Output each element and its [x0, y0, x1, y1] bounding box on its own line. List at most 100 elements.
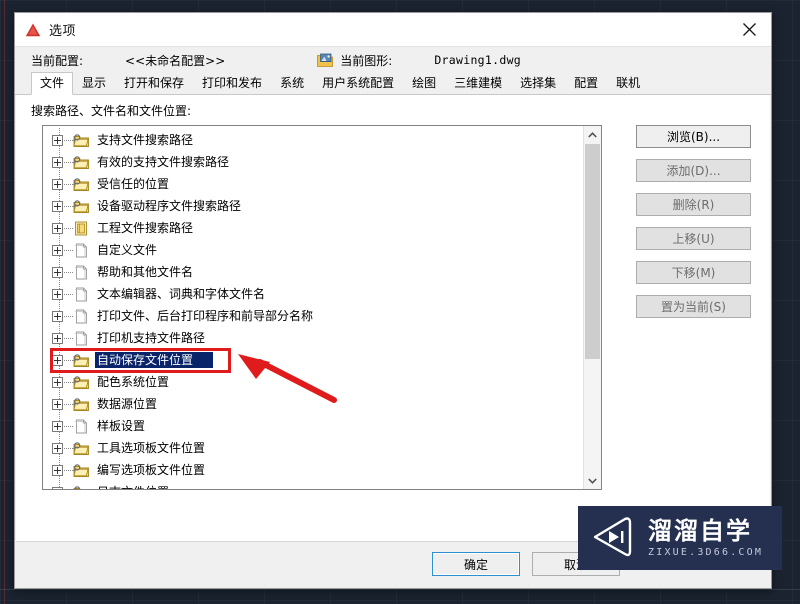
tree-vertical-scrollbar[interactable]	[583, 126, 601, 489]
tree-action-buttons: 浏览(B)... 添加(D)... 删除(R) 上移(U) 下移(M) 置为当前(S)	[636, 125, 751, 329]
file-icon	[73, 287, 90, 302]
tab-1[interactable]: 显示	[73, 72, 115, 94]
scroll-down-icon[interactable]	[584, 472, 601, 489]
watermark-text: 溜溜自学 ZIXUE.3D66.COM	[648, 518, 763, 559]
dialog-body: 搜索路径、文件名和文件位置: 支持文件搜索路径 有效的支持文件搜索路径 受信任的位置…	[16, 95, 770, 542]
tree-expand-icon[interactable]	[52, 134, 63, 146]
tree-item-label: 支持文件搜索路径	[97, 133, 194, 147]
tree-expand-icon[interactable]	[52, 332, 63, 344]
tree-item[interactable]: 有效的支持文件搜索路径	[43, 150, 584, 173]
tab-10[interactable]: 联机	[607, 72, 649, 94]
tree-expand-icon[interactable]	[52, 398, 63, 410]
tree-item[interactable]: 数据源位置	[43, 392, 584, 415]
folder-search-icon	[73, 485, 90, 489]
tree-item-label: 有效的支持文件搜索路径	[97, 155, 230, 169]
tree-item[interactable]: 打印机支持文件路径	[43, 326, 584, 349]
tree-item-label: 自定义文件	[97, 243, 158, 257]
tree-item[interactable]: 配色系统位置	[43, 370, 584, 393]
tab-strip: 文件 显示 打开和保存 打印和发布 系统 用户系统配置 绘图 三维建模 选择集 配置 联机	[15, 72, 771, 95]
current-drawing-label: 当前图形:	[340, 53, 393, 68]
file-paths-tree[interactable]: 支持文件搜索路径有效的支持文件搜索路径受信任的位置设备驱动程序文件搜索路径工程文…	[42, 125, 602, 490]
tab-2[interactable]: 打开和保存	[115, 72, 193, 94]
tree-expand-icon[interactable]	[52, 156, 63, 168]
tree-expand-icon[interactable]	[52, 178, 63, 190]
backdrop-horizontal-line	[0, 589, 800, 590]
folder-search-icon	[73, 199, 90, 214]
tab-8[interactable]: 选择集	[511, 72, 565, 94]
tab-9[interactable]: 配置	[565, 72, 607, 94]
folder-search-icon	[73, 177, 90, 192]
tree-expand-icon[interactable]	[52, 222, 63, 234]
tree-item[interactable]: 自定义文件	[43, 238, 584, 261]
tab-5[interactable]: 用户系统配置	[313, 72, 403, 94]
tab-7[interactable]: 三维建模	[445, 72, 511, 94]
file-icon	[73, 265, 90, 280]
file-icon	[73, 419, 90, 434]
tree-item[interactable]: 文本编辑器、词典和字体文件名	[43, 282, 584, 305]
tree-expand-icon[interactable]	[52, 376, 63, 388]
tree-item-label: 设备驱动程序文件搜索路径	[97, 199, 242, 213]
current-drawing-value: Drawing1.dwg	[434, 53, 522, 67]
tree-item[interactable]: 日志文件位置	[43, 480, 584, 489]
tree-item[interactable]: 设备驱动程序文件搜索路径	[43, 194, 584, 217]
tree-expand-icon[interactable]	[52, 310, 63, 322]
tree-connector-dash	[64, 293, 73, 295]
side-button-4: 下移(M)	[636, 261, 751, 284]
tab-3[interactable]: 打印和发布	[193, 72, 271, 94]
side-button-3: 上移(U)	[636, 227, 751, 250]
tree-item-label: 打印机支持文件路径	[97, 331, 206, 345]
tree-item-label: 打印文件、后台打印程序和前导部分名称	[97, 309, 314, 323]
tree-item[interactable]: 工具选项板文件位置	[43, 436, 584, 459]
autocad-a-icon	[24, 21, 42, 39]
tree-connector-dash	[64, 403, 73, 405]
tab-4[interactable]: 系统	[271, 72, 313, 94]
tab-0[interactable]: 文件	[31, 72, 74, 95]
file-icon	[73, 331, 90, 346]
dialog-header-row: 当前配置: <<未命名配置>> 当前图形: Drawing1.dwg	[15, 47, 771, 73]
tree-item[interactable]: 工程文件搜索路径	[43, 216, 584, 239]
folder-search-icon	[73, 353, 90, 368]
current-drawing-group: 当前图形: Drawing1.dwg	[317, 52, 521, 69]
tree-expand-icon[interactable]	[52, 464, 63, 476]
scroll-up-icon[interactable]	[584, 126, 601, 143]
folder-search-icon	[73, 155, 90, 170]
tree-item-label: 样板设置	[97, 419, 146, 433]
folder-search-icon	[73, 375, 90, 390]
tree-item[interactable]: 打印文件、后台打印程序和前导部分名称	[43, 304, 584, 327]
tree-connector-dash	[64, 161, 73, 163]
tree-item[interactable]: 受信任的位置	[43, 172, 584, 195]
tree-expand-icon[interactable]	[52, 420, 63, 432]
dialog-titlebar: 选项	[15, 13, 771, 47]
tree-expand-icon[interactable]	[52, 442, 63, 454]
tree-item-label: 帮助和其他文件名	[97, 265, 194, 279]
backdrop-vertical-line	[4, 0, 5, 604]
options-dialog: 选项 当前配置: <<未命名配置>> 当前图形: Drawing1.dwg 文件…	[14, 12, 772, 589]
tree-item-label: 自动保存文件位置	[95, 352, 214, 368]
tree-item[interactable]: 编写选项板文件位置	[43, 458, 584, 481]
tree-item-label: 日志文件位置	[95, 484, 171, 489]
tree-connector-dash	[64, 183, 73, 185]
tree-expand-icon[interactable]	[52, 244, 63, 256]
file-paths-tree-list: 支持文件搜索路径有效的支持文件搜索路径受信任的位置设备驱动程序文件搜索路径工程文…	[43, 126, 584, 489]
tree-item-selected[interactable]: 自动保存文件位置	[43, 348, 584, 371]
tree-expand-icon[interactable]	[52, 266, 63, 278]
scrollbar-thumb[interactable]	[585, 144, 600, 359]
tree-expand-icon[interactable]	[52, 288, 63, 300]
ok-button[interactable]: 确定	[432, 552, 520, 576]
tree-item[interactable]: 帮助和其他文件名	[43, 260, 584, 283]
folder-search-icon	[73, 133, 90, 148]
tree-expand-icon[interactable]	[52, 486, 63, 489]
tree-expand-icon[interactable]	[52, 200, 63, 212]
tree-expand-icon[interactable]	[52, 354, 63, 366]
close-icon[interactable]	[727, 13, 771, 45]
tab-6[interactable]: 绘图	[403, 72, 445, 94]
current-profile-value: <<未命名配置>>	[125, 53, 226, 68]
folder-search-icon	[73, 463, 90, 478]
tree-item-label: 配色系统位置	[97, 375, 170, 389]
side-button-0[interactable]: 浏览(B)...	[636, 125, 751, 148]
tree-item[interactable]: 支持文件搜索路径	[43, 128, 584, 151]
tree-connector-dash	[64, 425, 73, 427]
tree-connector-dash	[64, 337, 73, 339]
tree-item[interactable]: 样板设置	[43, 414, 584, 437]
tree-connector-dash	[64, 249, 73, 251]
